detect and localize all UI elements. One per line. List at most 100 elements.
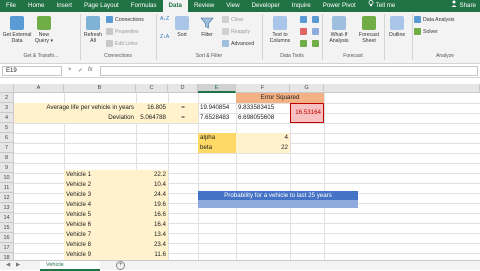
data-validation-button[interactable] <box>300 40 307 47</box>
probability-banner[interactable]: Probability for a vehicle to last 25 yea… <box>198 191 358 200</box>
vehicle-name[interactable]: Vehicle 3 <box>64 190 136 200</box>
what-if-analysis-button[interactable]: What-If Analysis <box>324 16 354 44</box>
properties-button[interactable]: Properties <box>106 28 139 35</box>
text-to-columns-button[interactable]: Text to Columns <box>264 16 296 44</box>
vehicle-value[interactable]: 10.4 <box>136 180 168 190</box>
cell-f4[interactable]: 6.698055608 <box>236 113 290 123</box>
vehicle-value[interactable]: 19.6 <box>136 200 168 210</box>
formula-input[interactable] <box>100 66 478 76</box>
sort-az-button[interactable]: A↓Z <box>160 16 169 22</box>
new-query-button[interactable]: New Query ▾ <box>34 16 54 44</box>
worksheet-grid[interactable]: A B C D E F G 2 3 4 5 6 7 8 9 10 11 12 1… <box>0 84 480 260</box>
column-header-d[interactable]: D <box>168 84 198 93</box>
select-all-corner[interactable] <box>0 84 14 93</box>
row-header-14[interactable]: 14 <box>0 213 14 223</box>
probability-result-cell[interactable] <box>198 200 358 208</box>
tab-view[interactable]: View <box>220 0 245 12</box>
reapply-button[interactable]: Reapply <box>222 28 250 35</box>
cell-e3[interactable]: 19.940854 <box>198 103 236 113</box>
vehicle-name[interactable]: Vehicle 2 <box>64 180 136 190</box>
row-header-7[interactable]: 7 <box>0 143 14 153</box>
column-header-g[interactable]: G <box>290 84 324 93</box>
cell-c3-average-life[interactable]: 16.805 <box>136 103 168 113</box>
remove-duplicates-button[interactable] <box>300 28 307 35</box>
tab-file[interactable]: File <box>0 0 22 12</box>
row-header-15[interactable]: 15 <box>0 223 14 233</box>
vehicle-name[interactable]: Vehicle 5 <box>64 210 136 220</box>
share-button[interactable]: Share <box>445 0 480 12</box>
vehicle-name[interactable]: Vehicle 8 <box>64 240 136 250</box>
cell-c4-deviation[interactable]: 5.064788 <box>136 113 168 123</box>
vehicle-value[interactable]: 13.4 <box>136 230 168 240</box>
prev-sheet-icon[interactable]: ◀ <box>6 262 10 268</box>
cell-f6-alpha-value[interactable]: 4 <box>236 133 290 143</box>
tab-inquire[interactable]: Inquire <box>286 0 317 12</box>
column-header-b[interactable]: B <box>64 84 136 93</box>
cell-f3[interactable]: 9.833583415 <box>236 103 290 113</box>
vehicle-name[interactable]: Vehicle 6 <box>64 220 136 230</box>
refresh-all-button[interactable]: Refresh All <box>82 16 104 44</box>
row-header-12[interactable]: 12 <box>0 193 14 203</box>
column-header-a[interactable]: A <box>14 84 64 93</box>
advanced-button[interactable]: Advanced <box>222 40 254 47</box>
next-sheet-icon[interactable]: ▶ <box>16 262 20 268</box>
flash-fill-button[interactable] <box>300 16 307 23</box>
cell-f7-beta-value[interactable]: 22 <box>236 143 290 153</box>
row-header-11[interactable]: 11 <box>0 183 14 193</box>
column-header-f[interactable]: F <box>236 84 290 93</box>
row-header-5[interactable]: 5 <box>0 123 14 133</box>
tab-review[interactable]: Review <box>188 0 220 12</box>
solver-button[interactable]: Solver <box>414 28 438 35</box>
outline-button[interactable]: Outline <box>386 16 408 38</box>
cell-f2-error-squared[interactable]: Error Squared <box>236 93 324 103</box>
insert-function-icon[interactable]: fx <box>88 67 93 73</box>
forecast-sheet-button[interactable]: Forecast Sheet <box>356 16 382 44</box>
cell-b4-deviation-label[interactable]: Deviation <box>14 113 136 123</box>
sort-button[interactable]: Sort <box>174 16 190 38</box>
relationships-button[interactable] <box>312 28 319 35</box>
data-analysis-button[interactable]: Data Analysis <box>414 16 454 23</box>
edit-links-button[interactable]: Edit Links <box>106 40 138 47</box>
sort-za-button[interactable]: Z↓A <box>160 34 169 40</box>
cell-e7-beta-label[interactable]: beta <box>198 143 236 153</box>
tab-insert[interactable]: Insert <box>51 0 78 12</box>
consolidate-button[interactable] <box>312 16 319 23</box>
tab-data[interactable]: Data <box>162 0 188 12</box>
get-external-data-button[interactable]: Get External Data <box>2 16 32 44</box>
connections-button[interactable]: Connections <box>106 16 144 23</box>
cell-d3-equals[interactable]: = <box>168 103 198 113</box>
row-header-8[interactable]: 8 <box>0 153 14 163</box>
tab-power-pivot[interactable]: Power Pivot <box>317 0 362 12</box>
data-model-button[interactable] <box>312 40 319 47</box>
enter-icon[interactable]: ✓ <box>78 67 83 74</box>
clear-button[interactable]: Clear <box>222 16 243 23</box>
cell-g3-sum-error[interactable]: 16.53164 <box>290 103 324 123</box>
row-header-9[interactable]: 9 <box>0 163 14 173</box>
row-header-3[interactable]: 3 <box>0 103 14 113</box>
row-header-16[interactable]: 16 <box>0 233 14 243</box>
vehicle-name[interactable]: Vehicle 4 <box>64 200 136 210</box>
tell-me-box[interactable]: Tell me <box>362 0 402 12</box>
filter-button[interactable]: Filter <box>198 16 216 38</box>
vehicle-value[interactable]: 11.6 <box>136 250 168 260</box>
tab-page-layout[interactable]: Page Layout <box>78 0 125 12</box>
tab-developer[interactable]: Developer <box>246 0 286 12</box>
vehicle-name[interactable]: Vehicle 9 <box>64 250 136 260</box>
tab-formulas[interactable]: Formulas <box>125 0 163 12</box>
tab-home[interactable]: Home <box>22 0 51 12</box>
add-sheet-icon[interactable]: + <box>116 261 125 270</box>
row-header-13[interactable]: 13 <box>0 203 14 213</box>
row-header-4[interactable]: 4 <box>0 113 14 123</box>
cell-e4[interactable]: 7.6528483 <box>198 113 236 123</box>
column-header-e[interactable]: E <box>198 84 236 93</box>
cell-d4-equals[interactable]: = <box>168 113 198 123</box>
vehicle-value[interactable]: 22.2 <box>136 170 168 180</box>
column-header-c[interactable]: C <box>136 84 168 93</box>
vehicle-name[interactable]: Vehicle 1 <box>64 170 136 180</box>
vehicle-name[interactable]: Vehicle 7 <box>64 230 136 240</box>
row-header-2[interactable]: 2 <box>0 93 14 103</box>
vehicle-value[interactable]: 16.6 <box>136 210 168 220</box>
row-header-17[interactable]: 17 <box>0 243 14 253</box>
cell-e6-alpha-label[interactable]: alpha <box>198 133 236 143</box>
cancel-icon[interactable]: × <box>68 67 72 73</box>
